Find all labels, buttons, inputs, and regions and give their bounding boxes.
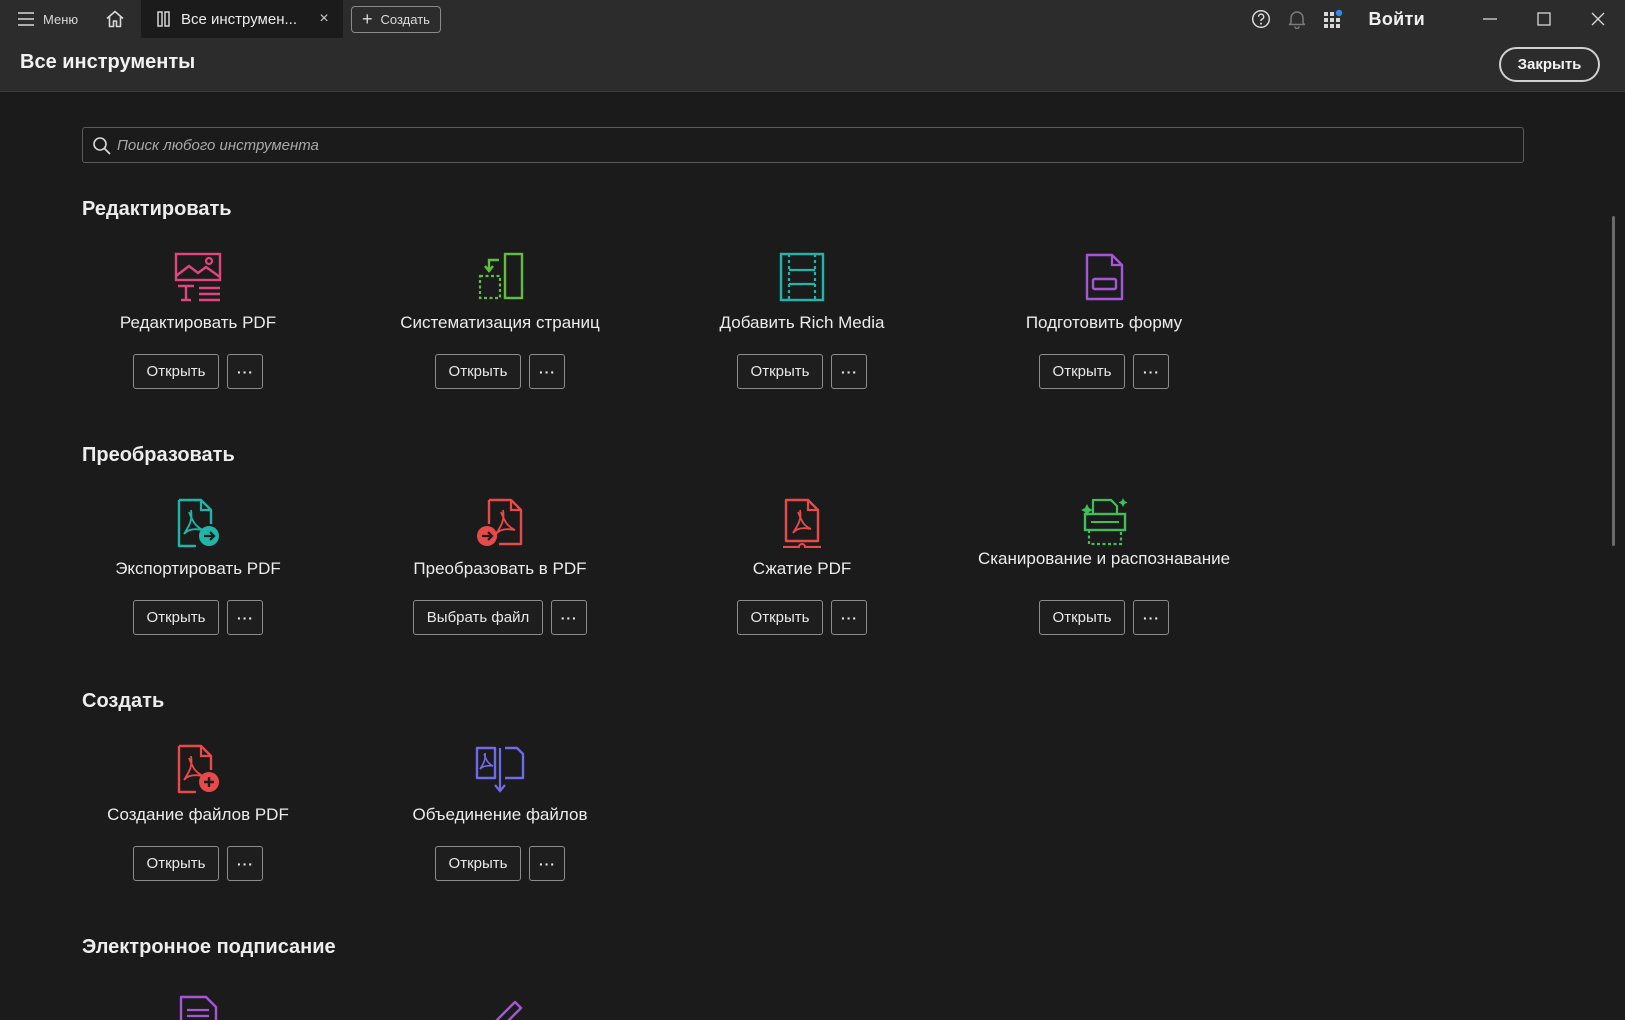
tools-tab-icon bbox=[157, 11, 170, 27]
title-bar-right: Войти bbox=[1243, 0, 1625, 38]
help-button[interactable] bbox=[1243, 0, 1279, 38]
tool-name: Объединение файлов bbox=[412, 805, 588, 824]
more-button[interactable]: ··· bbox=[831, 354, 868, 389]
minimize-button[interactable] bbox=[1463, 0, 1517, 38]
tool-name: Систематизация страниц bbox=[400, 313, 600, 332]
maximize-button[interactable] bbox=[1517, 0, 1571, 38]
apps-button[interactable] bbox=[1315, 0, 1351, 38]
search-box bbox=[82, 127, 1524, 163]
edit-pdf-icon bbox=[174, 252, 222, 302]
tab-all-tools[interactable]: Все инструмен... × bbox=[141, 0, 343, 38]
tools-header: Все инструменты Закрыть bbox=[0, 38, 1625, 92]
minimize-icon bbox=[1483, 18, 1497, 20]
export-pdf-icon bbox=[177, 498, 219, 548]
tab-close-icon[interactable]: × bbox=[315, 10, 333, 28]
create-label: Создать bbox=[380, 11, 430, 27]
tool-name: Сжатие PDF bbox=[752, 559, 852, 578]
scrollbar[interactable] bbox=[1612, 216, 1615, 546]
tab-label: Все инструмен... bbox=[181, 10, 297, 28]
open-button[interactable]: Открыть bbox=[736, 354, 824, 389]
more-button[interactable]: ··· bbox=[1133, 354, 1170, 389]
more-button[interactable]: ··· bbox=[529, 354, 566, 389]
tool-name: Преобразовать в PDF bbox=[413, 559, 587, 578]
section-title: Преобразовать bbox=[82, 444, 235, 466]
tool-name: Создание файлов PDF bbox=[107, 805, 289, 824]
home-icon bbox=[106, 10, 124, 28]
more-button[interactable]: ··· bbox=[831, 600, 868, 635]
close-tools-button[interactable]: Закрыть bbox=[1499, 47, 1600, 82]
open-button[interactable]: Открыть bbox=[434, 354, 522, 389]
organize-pages-icon bbox=[478, 252, 524, 300]
compress-pdf-icon bbox=[783, 498, 821, 548]
section-edit: Редактировать Редактировать PDF Открыть … bbox=[0, 198, 1600, 398]
notifications-button[interactable] bbox=[1279, 0, 1315, 38]
more-button[interactable]: ··· bbox=[227, 600, 264, 635]
more-button[interactable]: ··· bbox=[227, 846, 264, 881]
section-title: Электронное подписание bbox=[82, 936, 336, 958]
tool-name: Сканирование и распознавание bbox=[977, 549, 1231, 568]
convert-to-pdf-icon bbox=[477, 498, 523, 546]
window-close-button[interactable] bbox=[1571, 0, 1625, 38]
tool-name: Редактировать PDF bbox=[119, 313, 277, 332]
apps-grid-icon bbox=[1323, 9, 1342, 28]
open-button[interactable]: Открыть bbox=[1038, 354, 1126, 389]
page-title: Все инструменты bbox=[20, 51, 196, 73]
search-icon bbox=[93, 137, 111, 155]
maximize-icon bbox=[1537, 12, 1551, 26]
plus-icon: + bbox=[362, 9, 373, 29]
section-create: Создать Создание файлов PDF Открыть ··· … bbox=[0, 690, 1600, 890]
open-button[interactable]: Открыть bbox=[132, 846, 220, 881]
title-bar: Меню Все инструмен... × + Создать Войти bbox=[0, 0, 1625, 38]
open-button[interactable]: Открыть bbox=[1038, 600, 1126, 635]
section-esign: Электронное подписание bbox=[0, 936, 1600, 1020]
tool-name: Добавить Rich Media bbox=[719, 313, 885, 332]
section-title: Создать bbox=[82, 690, 165, 712]
section-title: Редактировать bbox=[82, 198, 232, 220]
create-button[interactable]: + Создать bbox=[351, 5, 441, 33]
create-pdf-icon bbox=[177, 744, 219, 794]
signin-button[interactable]: Войти bbox=[1369, 9, 1425, 30]
bell-icon bbox=[1288, 11, 1305, 29]
home-button[interactable] bbox=[95, 0, 135, 38]
select-file-button[interactable]: Выбрать файл bbox=[412, 600, 544, 635]
close-icon bbox=[1591, 12, 1605, 26]
request-signature-icon bbox=[179, 995, 218, 1020]
menu-button[interactable]: Меню bbox=[0, 0, 95, 38]
search-input[interactable] bbox=[117, 128, 1507, 162]
more-button[interactable]: ··· bbox=[227, 354, 264, 389]
prepare-form-icon bbox=[1085, 253, 1124, 301]
more-button[interactable]: ··· bbox=[529, 846, 566, 881]
open-button[interactable]: Открыть bbox=[434, 846, 522, 881]
open-button[interactable]: Открыть bbox=[736, 600, 824, 635]
section-convert: Преобразовать Экспортировать PDF Открыть… bbox=[0, 444, 1600, 644]
more-button[interactable]: ··· bbox=[1133, 600, 1170, 635]
hamburger-icon bbox=[18, 12, 34, 26]
more-button[interactable]: ··· bbox=[551, 600, 588, 635]
scan-ocr-icon bbox=[1081, 498, 1128, 546]
rich-media-icon bbox=[779, 252, 825, 302]
combine-files-icon bbox=[475, 746, 525, 793]
fill-sign-icon bbox=[495, 1000, 523, 1020]
menu-label: Меню bbox=[43, 11, 79, 27]
open-button[interactable]: Открыть bbox=[132, 600, 220, 635]
help-icon bbox=[1251, 9, 1270, 29]
tool-name: Подготовить форму bbox=[1025, 313, 1183, 332]
tool-name: Экспортировать PDF bbox=[115, 559, 281, 578]
open-button[interactable]: Открыть bbox=[132, 354, 220, 389]
